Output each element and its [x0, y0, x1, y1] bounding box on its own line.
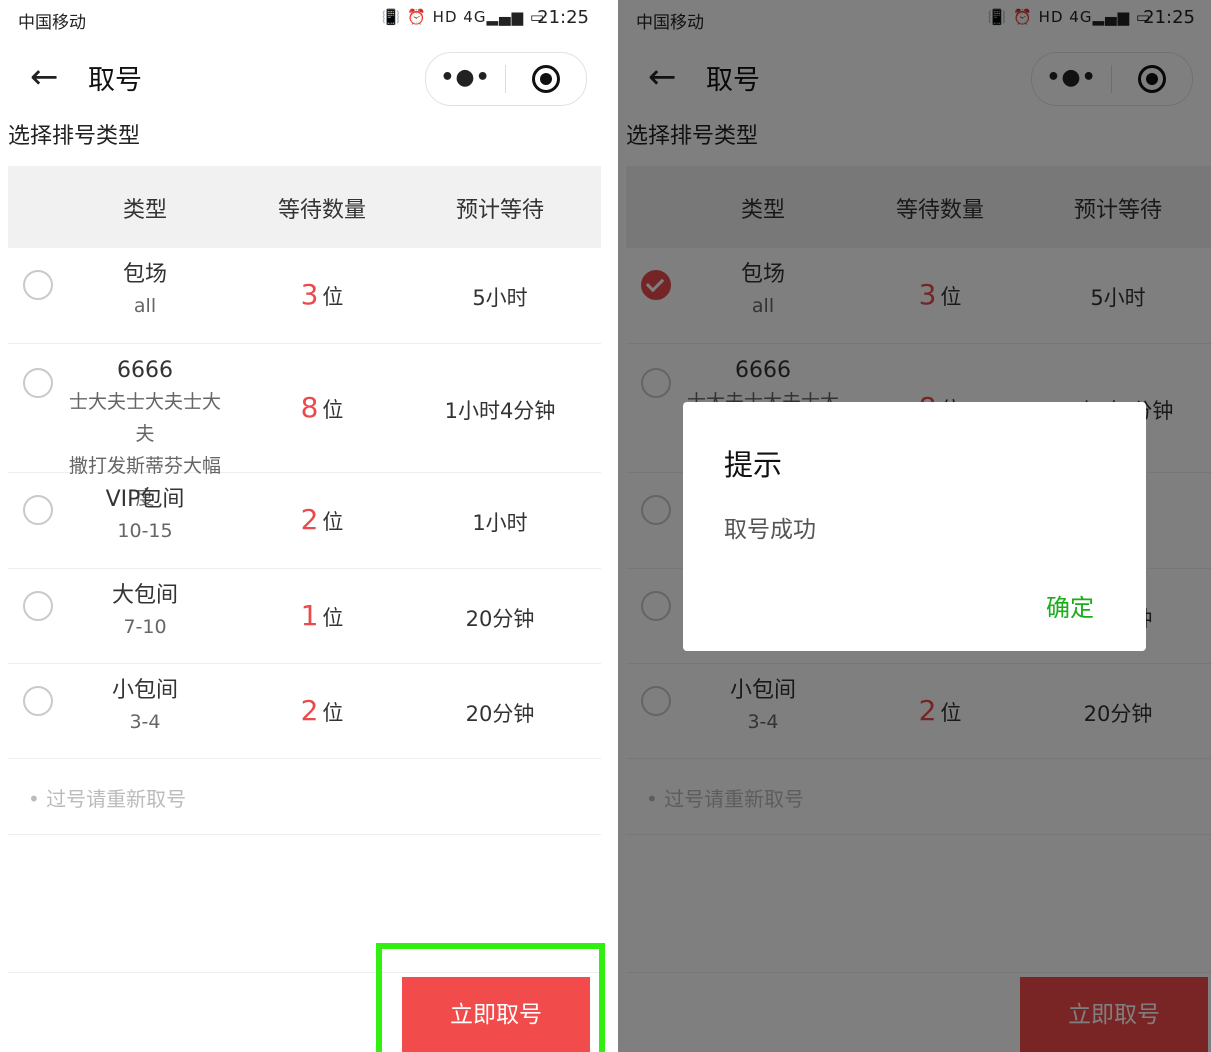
wait-count-cell: 2位: [244, 694, 400, 727]
close-mini-program-icon[interactable]: [506, 53, 585, 105]
click-highlight-box: [376, 943, 605, 1052]
table-body: 包场all3位5小时6666士大夫士大夫士大夫撒打发斯蒂芬大幅度8位1小时4分钟…: [8, 248, 601, 759]
dialog-confirm-button[interactable]: 确定: [1046, 588, 1094, 623]
status-icons: 📳 ⏰ HD 4G▂▄▆ ▭: [381, 8, 545, 26]
queue-type-table: 类型 等待数量 预计等待 包场all3位5小时6666士大夫士大夫士大夫撒打发斯…: [8, 166, 601, 759]
wait-count-number: 8: [300, 390, 319, 424]
screen-divider: [605, 0, 618, 1052]
type-cell: 包场 all: [68, 260, 222, 322]
type-name: 大包间: [111, 583, 178, 608]
type-cell: 大包间 7-10: [68, 581, 222, 643]
radio-icon[interactable]: [23, 591, 53, 621]
estimated-wait: 1小时4分钟: [444, 398, 556, 423]
more-options-icon[interactable]: •●•: [426, 53, 505, 105]
estimated-wait: 20分钟: [465, 606, 535, 631]
back-arrow-icon[interactable]: ←: [30, 54, 59, 100]
table-row[interactable]: 包场 all 3位 5小时: [8, 248, 601, 344]
type-name: VIP包间: [105, 487, 185, 512]
wait-count-number: 3: [300, 278, 319, 311]
type-description: 3-4: [129, 711, 161, 733]
carrier-label: 中国移动: [18, 13, 86, 33]
wait-count-cell: 3位: [244, 278, 400, 311]
type-cell: 小包间 3-4: [68, 676, 222, 738]
estimated-wait: 5小时: [472, 286, 528, 310]
wait-count-unit: 位: [322, 700, 344, 725]
type-name: 小包间: [111, 678, 178, 703]
radio-icon[interactable]: [23, 495, 53, 525]
type-description: 7-10: [123, 616, 167, 638]
wait-count-cell: 1位: [244, 599, 400, 632]
header-wait: 预计等待: [455, 198, 544, 223]
table-header: 类型 等待数量 预计等待: [8, 166, 601, 248]
radio-icon[interactable]: [23, 368, 53, 398]
screen-after: 中国移动 📳 ⏰ HD 4G▂▄▆ ▭ 21:25 ← 取号 •●• 选择排号类…: [618, 0, 1211, 1052]
table-row[interactable]: 6666士大夫士大夫士大夫撒打发斯蒂芬大幅度8位1小时4分钟: [8, 344, 601, 509]
type-name: 包场: [122, 262, 167, 287]
wait-count-number: 2: [300, 693, 319, 727]
header-count: 等待数量: [277, 198, 366, 223]
wait-count-unit: 位: [322, 285, 344, 309]
estimated-wait: 1小时: [472, 511, 528, 535]
section-title: 选择排号类型: [8, 124, 141, 149]
wait-count-cell: 8位: [244, 391, 400, 424]
mini-program-capsule: •●•: [425, 52, 587, 106]
wait-count-number: 2: [300, 503, 319, 536]
header-type: 类型: [122, 198, 167, 223]
radio-icon[interactable]: [23, 270, 53, 300]
modal-overlay: 提示取号成功确定: [618, 0, 1211, 1052]
table-row[interactable]: 小包间 3-4 2位 20分钟: [8, 664, 601, 759]
dialog-title: 提示: [724, 448, 783, 482]
page-title: 取号: [88, 65, 142, 96]
table-row[interactable]: 大包间 7-10 1位 20分钟: [8, 569, 601, 664]
table-row[interactable]: VIP包间 10-15 2位 1小时: [8, 473, 601, 569]
status-bar: 中国移动 📳 ⏰ HD 4G▂▄▆ ▭ 21:25: [0, 0, 605, 38]
type-cell: VIP包间 10-15: [68, 485, 222, 547]
notice-label: • 过号请重新取号: [28, 787, 187, 811]
dialog-message: 取号成功: [724, 517, 816, 543]
success-dialog: 提示取号成功确定: [683, 402, 1146, 651]
estimated-wait: 20分钟: [465, 701, 535, 726]
type-description: 士大夫士大夫士大夫: [68, 391, 221, 445]
nav-bar: ← 取号 •●•: [0, 44, 605, 114]
type-description: all: [133, 295, 157, 317]
wait-count-number: 1: [300, 598, 319, 632]
type-description: 10-15: [117, 520, 173, 542]
radio-icon[interactable]: [23, 686, 53, 716]
type-name: 6666: [117, 358, 173, 383]
wait-count-unit: 位: [322, 397, 344, 422]
clock: 21:25: [537, 7, 589, 28]
wait-count-cell: 2位: [244, 503, 400, 536]
wait-count-unit: 位: [322, 510, 344, 534]
wait-count-unit: 位: [322, 605, 344, 630]
notice-text: • 过号请重新取号: [8, 758, 601, 835]
screen-before: 中国移动 📳 ⏰ HD 4G▂▄▆ ▭ 21:25 ← 取号 •●• 选择排号类…: [0, 0, 605, 1052]
